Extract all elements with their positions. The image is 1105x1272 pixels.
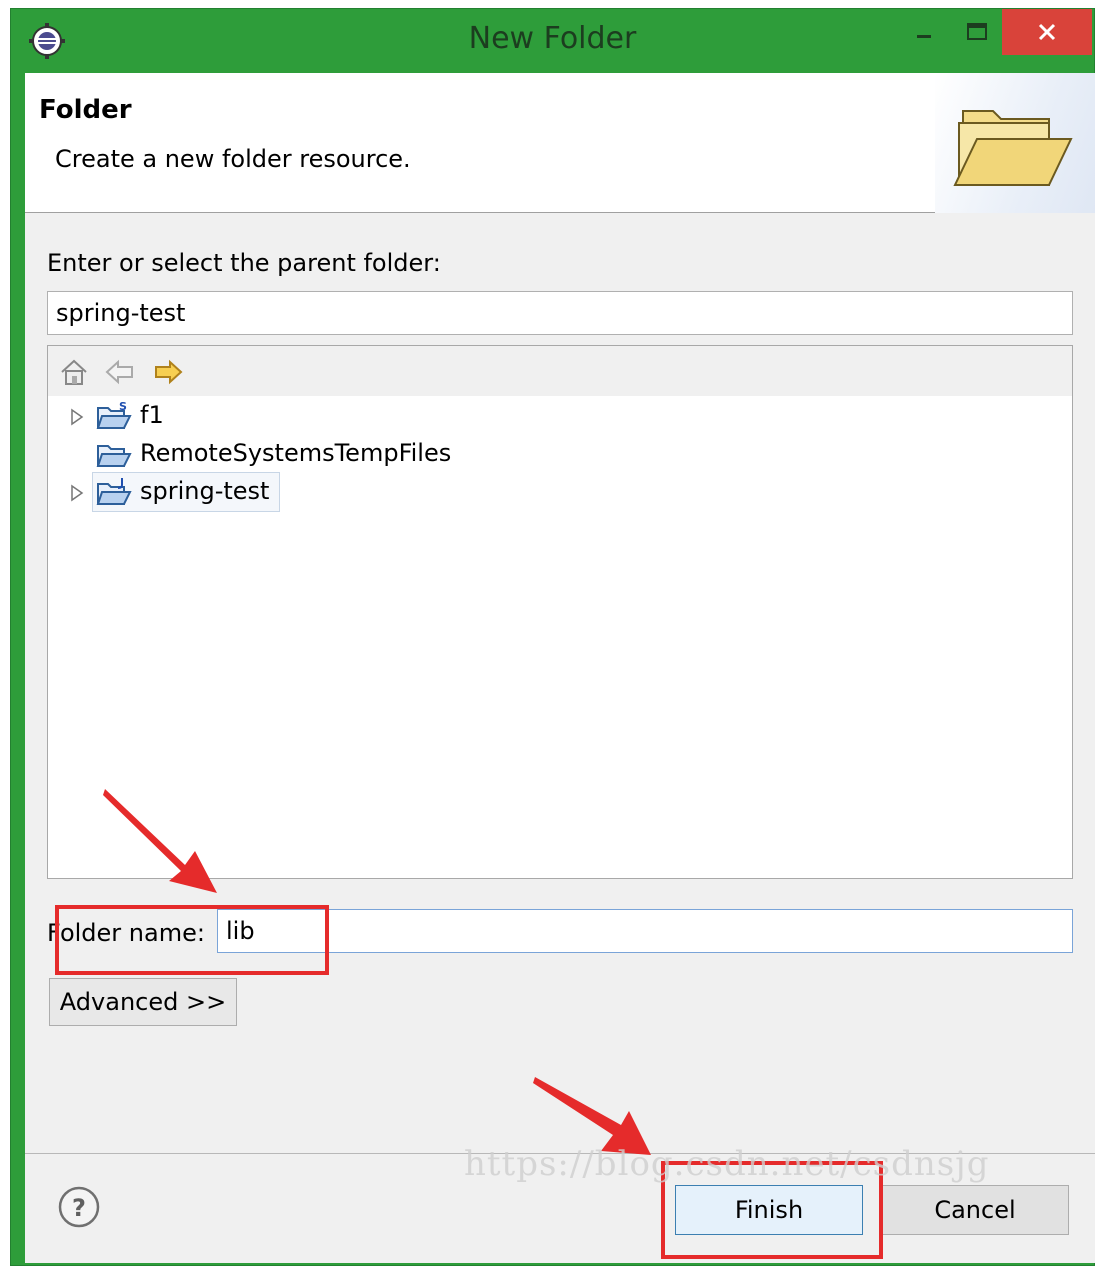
- svg-text:?: ?: [72, 1194, 86, 1222]
- maximize-icon: [967, 23, 987, 40]
- folder-name-input[interactable]: lib: [217, 909, 1073, 953]
- title-bar[interactable]: New Folder: [11, 9, 1094, 73]
- spring-project-icon: S: [96, 400, 132, 429]
- tree-toolbar: [48, 346, 1072, 396]
- minimize-button[interactable]: [904, 9, 944, 55]
- dialog-body: Folder Create a new folder resource. Ent…: [25, 73, 1095, 1263]
- page-description: Create a new folder resource.: [55, 145, 411, 173]
- dialog-window: New Folder Folder Create a new folder re…: [10, 8, 1095, 1266]
- forward-arrow-icon[interactable]: [152, 356, 184, 388]
- close-icon: [1038, 23, 1056, 41]
- parent-folder-label: Enter or select the parent folder:: [47, 249, 441, 277]
- tree-item-label: f1: [140, 401, 164, 429]
- project-folder-icon: [96, 445, 132, 467]
- expand-triangle-icon[interactable]: [70, 484, 84, 502]
- maximize-button[interactable]: [957, 9, 997, 55]
- tree-item-selected[interactable]: spring-test: [48, 472, 1072, 512]
- advanced-button[interactable]: Advanced >>: [49, 978, 237, 1026]
- highlight-box-folder-name: [55, 905, 329, 975]
- svg-text:S: S: [119, 400, 127, 413]
- minimize-icon: [917, 35, 931, 38]
- help-icon[interactable]: ?: [57, 1185, 101, 1229]
- java-project-icon: [96, 478, 132, 505]
- watermark-text: https://blog.csdn.net/csdnsjg: [464, 1144, 990, 1184]
- parent-folder-input[interactable]: spring-test: [47, 291, 1073, 335]
- tree-item[interactable]: S f1: [48, 398, 1072, 434]
- annotation-arrow-folder-name: [103, 789, 217, 893]
- back-arrow-icon[interactable]: [104, 356, 136, 388]
- tree-item-label: RemoteSystemsTempFiles: [140, 439, 452, 467]
- wizard-header: Folder Create a new folder resource.: [25, 73, 1095, 213]
- home-icon[interactable]: [58, 356, 90, 388]
- open-folder-icon: [953, 110, 1073, 186]
- expand-triangle-icon[interactable]: [70, 408, 84, 426]
- cancel-button[interactable]: Cancel: [881, 1185, 1069, 1235]
- close-button[interactable]: [1002, 9, 1092, 55]
- page-title: Folder: [39, 95, 132, 125]
- tree-item[interactable]: RemoteSystemsTempFiles: [48, 436, 1072, 472]
- tree-item-label: spring-test: [140, 477, 270, 505]
